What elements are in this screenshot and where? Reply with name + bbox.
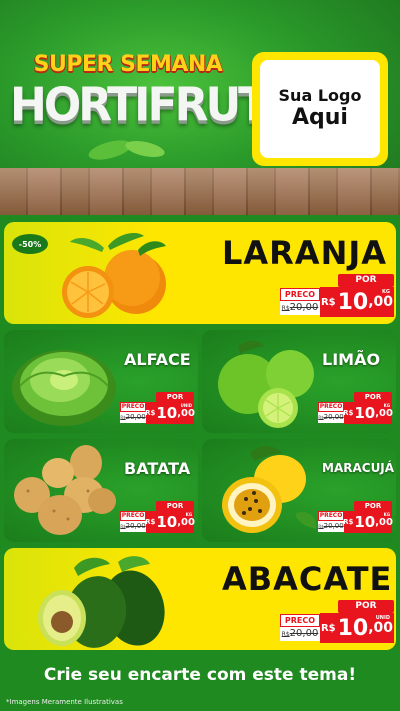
old-price: R$20,00 xyxy=(280,301,320,315)
new-price: R$ 10 ,00 UNID xyxy=(145,402,195,424)
old-price: R$20,00 xyxy=(318,521,344,532)
cta-banner[interactable]: Crie seu encarte com este tema! xyxy=(6,656,394,694)
preco-label: PRECO xyxy=(280,288,320,301)
preco-label: PRECO xyxy=(318,402,344,412)
product-card-maracuja[interactable]: MARACUJÁ POR PRECO R$20,00 R$ 10 ,00 KG xyxy=(202,439,396,542)
orange-icon xyxy=(62,233,166,318)
lime-icon xyxy=(218,340,314,428)
product-card-batata[interactable]: BATATA POR PRECO R$20,00 R$ 10 ,00 KG xyxy=(4,439,198,542)
logo-text-line1: Sua Logo xyxy=(278,86,362,105)
product-name: MARACUJÁ xyxy=(322,461,395,475)
lettuce-icon xyxy=(12,350,116,426)
old-price: R$20,00 xyxy=(280,627,320,641)
super-semana-title: SUPER SEMANA xyxy=(33,52,223,77)
por-label: POR xyxy=(354,392,392,402)
potato-icon xyxy=(14,445,116,535)
price-tag: POR PRECO R$20,00 R$ 10 ,00 KG xyxy=(120,501,195,533)
product-name: LIMÃO xyxy=(322,350,381,369)
price-tag: POR PRECO R$20,00 R$ 10 ,00 UNID xyxy=(120,392,195,424)
new-price: R$ 10 ,00 KG xyxy=(145,511,195,533)
passion-fruit-icon xyxy=(222,446,317,533)
price-tag: POR PRECO R$20,00 R$ 10 ,00 KG xyxy=(318,501,393,533)
product-name: ALFACE xyxy=(124,350,191,369)
header-banner: SUPER SEMANA HORTIFRUTI Sua Logo Aqui xyxy=(0,0,400,215)
price-tag: POR PRECO R$20,00 R$ 10 ,00 KG xyxy=(280,274,394,318)
product-card-alface[interactable]: ALFACE POR PRECO R$20,00 R$ 10 ,00 UNID xyxy=(4,330,198,433)
new-price: R$ 10 ,00 KG xyxy=(343,511,393,533)
leaf-decoration-icon xyxy=(88,140,165,160)
product-card-abacate[interactable]: ABACATE POR PRECO R$20,00 R$ 10 ,00 UNID xyxy=(4,548,396,650)
old-price: R$20,00 xyxy=(120,412,146,423)
wood-floor xyxy=(0,168,400,215)
por-label: POR xyxy=(338,274,394,287)
old-price: R$20,00 xyxy=(120,521,146,532)
new-price: R$ 10 ,00 KG xyxy=(320,287,394,317)
por-label: POR xyxy=(338,600,394,613)
product-card-limao[interactable]: LIMÃO POR PRECO R$20,00 R$ 10 ,00 KG xyxy=(202,330,396,433)
price-tag: POR PRECO R$20,00 R$ 10 ,00 KG xyxy=(318,392,393,424)
preco-label: PRECO xyxy=(318,511,344,521)
new-price: R$ 10 ,00 KG xyxy=(343,402,393,424)
por-label: POR xyxy=(354,501,392,511)
logo-text-line2: Aqui xyxy=(292,104,348,130)
product-name: BATATA xyxy=(124,459,191,478)
product-name: ABACATE xyxy=(222,560,393,598)
cta-text: Crie seu encarte com este tema! xyxy=(43,665,357,685)
old-price: R$20,00 xyxy=(318,412,344,423)
new-price: R$ 10 ,00 UNID xyxy=(320,613,394,643)
logo-placeholder[interactable]: Sua Logo Aqui xyxy=(252,52,388,166)
preco-label: PRECO xyxy=(120,511,146,521)
preco-label: PRECO xyxy=(280,614,320,627)
price-tag: POR PRECO R$20,00 R$ 10 ,00 UNID xyxy=(280,600,394,644)
por-label: POR xyxy=(156,392,194,402)
por-label: POR xyxy=(156,501,194,511)
product-card-laranja[interactable]: -50% LARANJA POR PRECO R$20,00 R$ 10 ,00… xyxy=(4,222,396,324)
discount-badge: -50% xyxy=(12,234,48,254)
avocado-icon xyxy=(38,556,165,648)
product-name: LARANJA xyxy=(222,234,388,272)
preco-label: PRECO xyxy=(120,402,146,412)
disclaimer-text: *Imagens Meramente Ilustrativas xyxy=(6,698,123,706)
hortifruti-title: HORTIFRUTI xyxy=(10,78,282,133)
